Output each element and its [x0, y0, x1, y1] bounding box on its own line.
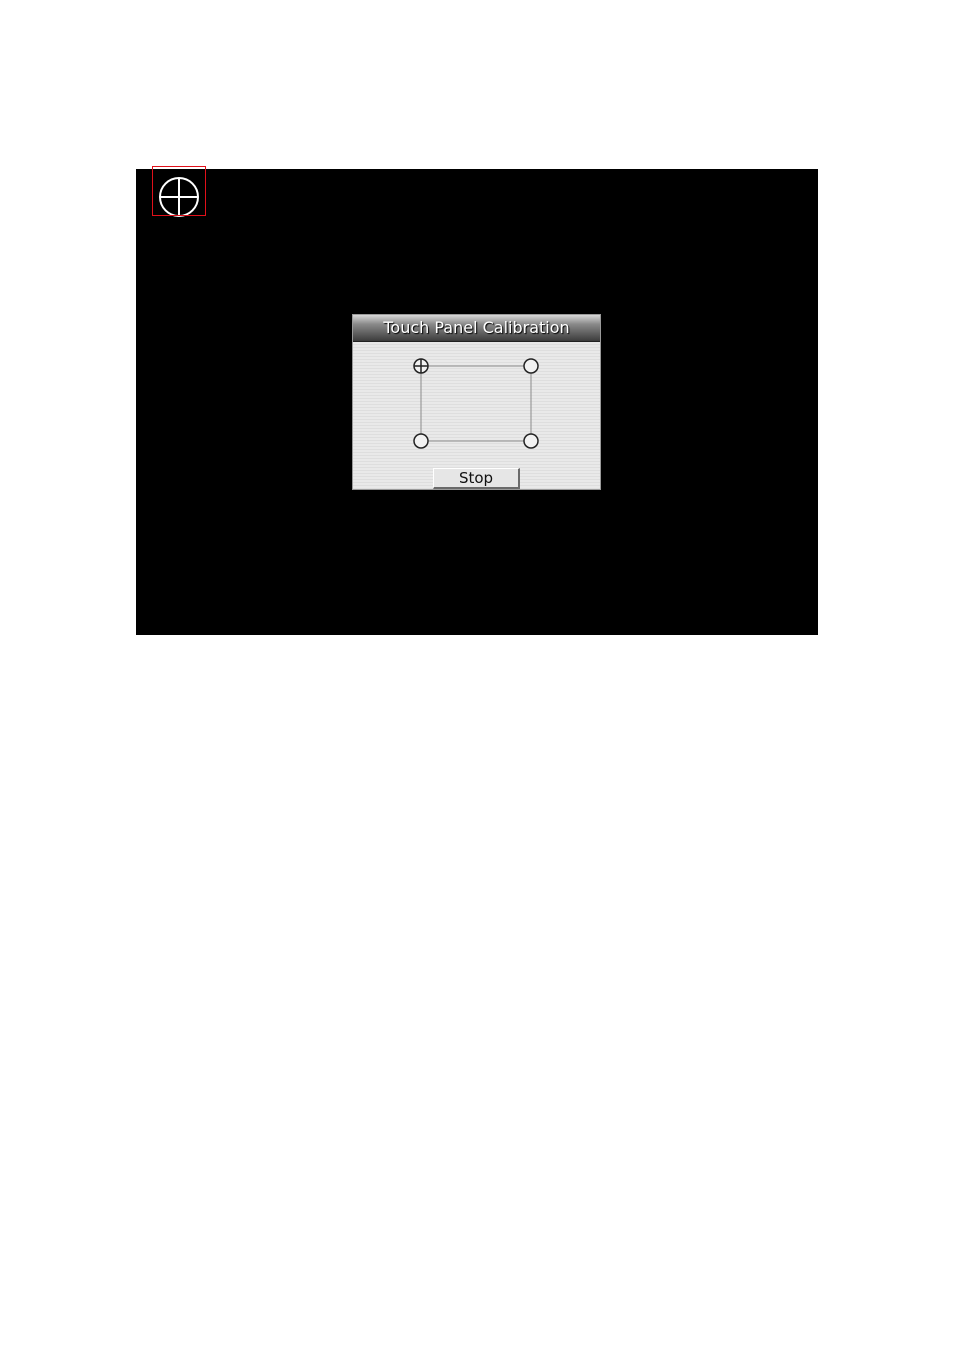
target-highlight-box: [152, 166, 206, 216]
diagram-frame: [420, 365, 532, 442]
dialog-title: Touch Panel Calibration: [353, 315, 600, 342]
crosshair-circle-icon: [413, 358, 429, 374]
circle-icon: [523, 358, 539, 374]
calibration-diagram: [413, 358, 539, 449]
circle-icon: [523, 433, 539, 449]
stop-button[interactable]: Stop: [433, 468, 520, 489]
circle-icon: [413, 433, 429, 449]
calibration-dialog: Touch Panel Calibration Stop: [352, 314, 601, 490]
